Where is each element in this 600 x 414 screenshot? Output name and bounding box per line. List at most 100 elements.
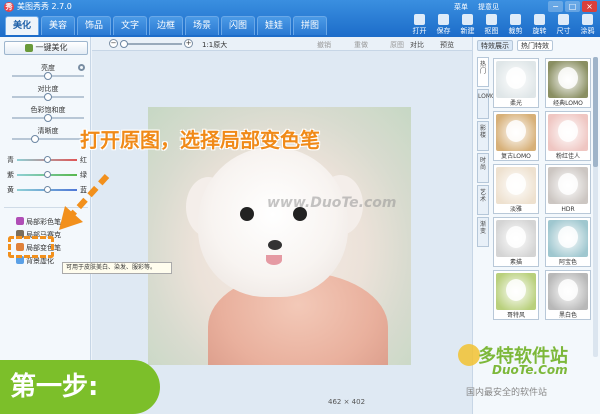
close-button[interactable]: × xyxy=(582,1,597,12)
toolbar-icon xyxy=(510,14,521,25)
scrollbar-thumb[interactable] xyxy=(593,57,598,167)
tab-7[interactable]: 娃娃 xyxy=(257,16,291,35)
effect-tab[interactable]: 热门特效 xyxy=(517,40,553,51)
canvas-action-1[interactable]: 重做 xyxy=(354,40,368,50)
effect-preview xyxy=(496,273,536,310)
effect-category-tab[interactable]: 渐变 xyxy=(477,217,489,247)
highlight-box xyxy=(8,236,54,258)
zoom-out-button[interactable]: − xyxy=(109,39,118,48)
effect-label: 黑白色 xyxy=(558,312,577,319)
pointer-arrow-icon xyxy=(59,173,110,230)
brand-logo-icon xyxy=(458,344,480,366)
adjust-slider[interactable]: 清晰度 xyxy=(8,126,88,146)
adjust-slider-knob[interactable] xyxy=(31,135,40,143)
effect-preview xyxy=(496,61,536,98)
adjust-slider-knob[interactable] xyxy=(44,72,52,80)
tab-6[interactable]: 闪图 xyxy=(221,16,255,35)
menu-item[interactable]: 提意见 xyxy=(478,2,499,12)
color-balance-row[interactable]: 青红 xyxy=(0,153,90,165)
effect-scrollbar[interactable] xyxy=(593,57,598,357)
canvas-toolbar: − + 1:1原大 撤销 重做 原图 对比 预览 xyxy=(92,37,472,51)
toolbar-label: 尺寸 xyxy=(556,27,571,35)
zoom-in-button[interactable]: + xyxy=(184,39,193,48)
effect-category-tab[interactable]: 时尚 xyxy=(477,153,489,183)
toolbar-button[interactable]: 打开 xyxy=(408,13,431,36)
effect-preview xyxy=(548,167,588,204)
tab-3[interactable]: 文字 xyxy=(113,16,147,35)
quick-toolbar: 打开保存新建抠图裁剪旋转尺寸涂鸦粘贴 xyxy=(408,13,600,36)
color-balance-knob[interactable] xyxy=(43,156,51,163)
top-menu: 菜单 提意见 xyxy=(454,2,499,12)
effect-thumbnail[interactable]: 阿宝色 xyxy=(545,217,591,267)
canvas-action-3[interactable]: 对比 xyxy=(410,40,424,50)
effect-preview xyxy=(496,167,536,204)
effect-label: 经典LOMO xyxy=(553,100,583,107)
toolbar-label: 新建 xyxy=(460,27,475,35)
toolbar-label: 涂鸦 xyxy=(580,27,595,35)
photo-dog-tongue xyxy=(266,255,282,265)
effect-preview xyxy=(496,114,536,151)
toolbar-icon xyxy=(582,14,593,25)
toolbar-button[interactable]: 涂鸦 xyxy=(576,13,599,36)
brand-slogan: 国内最安全的软件站 xyxy=(466,388,548,398)
effect-category-tab[interactable]: 热门 xyxy=(477,57,489,87)
effect-thumbnail[interactable]: 复古LOMO xyxy=(493,111,539,161)
toolbar-button[interactable]: 新建 xyxy=(456,13,479,36)
effect-label: 哥特风 xyxy=(506,312,525,319)
adjust-slider-track[interactable] xyxy=(12,138,84,140)
adjust-slider-knob[interactable] xyxy=(44,93,52,101)
effect-thumbnail[interactable]: 经典LOMO xyxy=(545,58,591,108)
color-balance-knob[interactable] xyxy=(43,186,51,193)
toolbar-icon xyxy=(414,14,425,25)
adjust-slider[interactable]: 对比度 xyxy=(8,84,88,104)
actual-size-button[interactable]: 1:1原大 xyxy=(202,40,227,50)
effect-thumbnail[interactable]: 淡雅 xyxy=(493,164,539,214)
canvas-action-4[interactable]: 预览 xyxy=(440,40,454,50)
toolbar-button[interactable]: 裁剪 xyxy=(504,13,527,36)
color-balance-knob[interactable] xyxy=(43,171,51,178)
effect-category-tab[interactable]: 影楼 xyxy=(477,121,489,151)
adjust-slider[interactable]: 亮度 xyxy=(8,63,88,83)
toolbar-button[interactable]: 抠图 xyxy=(480,13,503,36)
one-key-label: 一键美化 xyxy=(35,43,68,52)
toolbar-icon xyxy=(462,14,473,25)
canvas-action-2[interactable]: 原图 xyxy=(390,40,404,50)
photo-dog-nose xyxy=(268,240,282,250)
canvas-action-0[interactable]: 撤销 xyxy=(317,40,331,50)
effect-thumbnail[interactable]: HDR xyxy=(545,164,591,214)
tab-5[interactable]: 场景 xyxy=(185,16,219,35)
effect-thumbnail[interactable]: 黑白色 xyxy=(545,270,591,320)
window-title: 美图秀秀 2.7.0 xyxy=(17,2,72,11)
tab-4[interactable]: 边框 xyxy=(149,16,183,35)
zoom-slider[interactable] xyxy=(120,43,182,45)
maximize-button[interactable]: □ xyxy=(565,1,580,12)
effect-preview xyxy=(548,61,588,98)
site-watermark: www.DuoTe.com xyxy=(267,195,397,211)
effect-category-tab[interactable]: 艺术 xyxy=(477,185,489,215)
main-tabs: 美化 美容 饰品 文字 边框 场景 闪图 娃娃 拼图 xyxy=(5,16,327,35)
effect-thumbnail[interactable]: 素描 xyxy=(493,217,539,267)
toolbar-button[interactable]: 尺寸 xyxy=(552,13,575,36)
toolbar-button[interactable]: 旋转 xyxy=(528,13,551,36)
local-tool-label: 背景虚化 xyxy=(26,257,54,265)
zoom-slider-knob[interactable] xyxy=(120,40,128,48)
effect-tabs: 特效展示 热门特效 xyxy=(477,40,553,51)
effect-thumbnail[interactable]: 粉红佳人 xyxy=(545,111,591,161)
toolbar-button[interactable]: 保存 xyxy=(432,13,455,36)
effect-category-tab[interactable]: LOMO xyxy=(477,89,496,119)
adjust-slider-knob[interactable] xyxy=(44,114,52,122)
one-key-beautify-button[interactable]: 一键美化 xyxy=(4,41,88,55)
tab-2[interactable]: 饰品 xyxy=(77,16,111,35)
tab-8[interactable]: 拼图 xyxy=(293,16,327,35)
menu-item[interactable]: 菜单 xyxy=(454,2,468,12)
effect-label: 柔光 xyxy=(509,100,522,107)
effect-thumbnail[interactable]: 柔光 xyxy=(493,58,539,108)
effect-tab[interactable]: 特效展示 xyxy=(477,40,513,51)
tab-1[interactable]: 美容 xyxy=(41,16,75,35)
tab-0[interactable]: 美化 xyxy=(5,16,39,35)
color-balance-left-label: 青 xyxy=(7,156,14,164)
effect-thumbnail[interactable]: 哥特风 xyxy=(493,270,539,320)
adjust-slider[interactable]: 色彩饱和度 xyxy=(8,105,88,125)
magic-wand-icon xyxy=(24,43,33,52)
minimize-button[interactable]: − xyxy=(548,1,563,12)
